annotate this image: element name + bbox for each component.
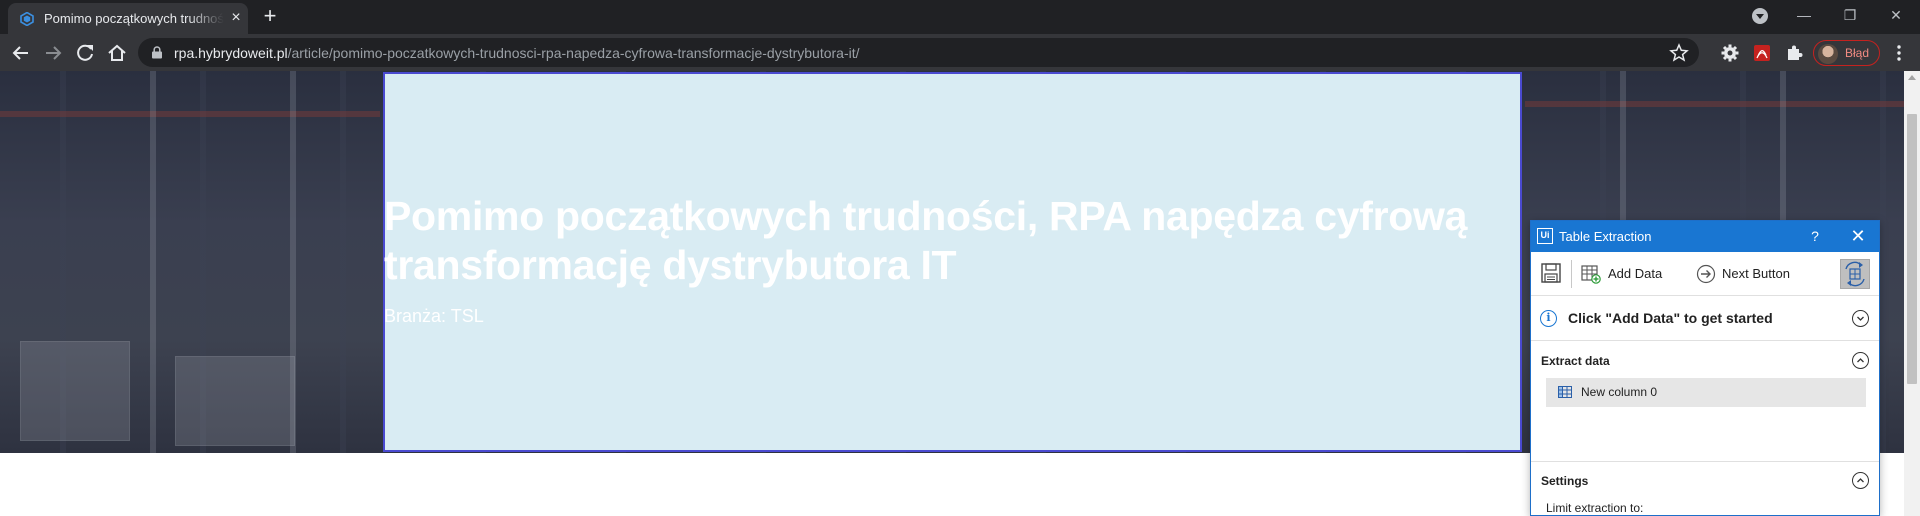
table-extraction-window: Ui Table Extraction ? ✕ Add Data Next Bu… (1530, 220, 1880, 516)
scroll-up-arrow-icon[interactable] (1908, 75, 1916, 80)
next-arrow-icon (1696, 264, 1716, 284)
background-box (20, 341, 130, 441)
browser-toolbar: rpa.hybrydoweit.pl/article/pomimo-poczat… (0, 34, 1920, 71)
background-beam (150, 71, 156, 453)
column-list-item[interactable]: New column 0 (1546, 378, 1866, 407)
background-rack (1525, 101, 1904, 107)
extract-data-label: Extract data (1541, 354, 1610, 368)
avatar (1818, 44, 1838, 64)
help-button[interactable]: ? (1806, 227, 1824, 245)
uipath-logo-icon: Ui (1537, 228, 1553, 244)
add-column-icon (1581, 265, 1601, 284)
site-favicon-icon (20, 12, 34, 26)
refresh-preview-button[interactable] (1840, 259, 1870, 289)
next-button-selector[interactable]: Next Button (1696, 261, 1796, 287)
reload-icon[interactable] (74, 42, 96, 64)
wizard-titlebar[interactable]: Ui Table Extraction ? ✕ (1531, 221, 1879, 252)
lock-icon[interactable] (151, 46, 163, 59)
toolbar-divider (1571, 260, 1572, 288)
window-close-button[interactable]: ✕ (1873, 4, 1919, 26)
settings-header: Settings (1531, 466, 1879, 496)
settings-collapse-button[interactable] (1852, 472, 1869, 489)
background-rack (0, 111, 380, 117)
tab-search-icon[interactable] (1752, 8, 1768, 24)
forward-icon[interactable] (42, 42, 64, 64)
new-tab-button[interactable]: + (259, 5, 281, 28)
settings-label: Settings (1541, 474, 1589, 488)
add-data-button[interactable]: Add Data (1581, 261, 1671, 287)
scrollbar-thumb[interactable] (1907, 114, 1917, 384)
info-expand-button[interactable] (1852, 310, 1869, 327)
star-icon[interactable] (1669, 43, 1689, 63)
minimize-button[interactable]: — (1781, 4, 1827, 26)
info-section: i Click "Add Data" to get started (1531, 297, 1879, 341)
browser-tab-strip: Pomimo początkowych trudności, RPA napęd… (0, 0, 1920, 34)
tab-title: Pomimo początkowych trudności, RPA napęd… (44, 11, 224, 26)
home-icon[interactable] (106, 42, 128, 64)
restore-button[interactable]: ❐ (1827, 4, 1873, 26)
refresh-icon (1845, 261, 1865, 287)
pdf-extension-icon[interactable] (1752, 43, 1772, 63)
profile-status-label: Błąd (1845, 46, 1870, 60)
chevron-up-icon (1857, 478, 1864, 483)
background-box (175, 356, 295, 446)
column-icon (1558, 386, 1572, 398)
back-icon[interactable] (10, 42, 32, 64)
menu-icon[interactable] (1891, 44, 1907, 62)
extract-data-header: Extract data (1531, 342, 1879, 378)
limit-extraction-label: Limit extraction to: (1546, 501, 1644, 515)
column-name: New column 0 (1581, 385, 1658, 399)
wizard-toolbar: Add Data Next Button (1531, 252, 1879, 296)
wizard-title: Table Extraction (1559, 229, 1652, 244)
add-data-label: Add Data (1608, 266, 1663, 281)
browser-tab[interactable]: Pomimo początkowych trudności, RPA napęd… (8, 3, 248, 34)
puzzle-extensions-icon[interactable] (1784, 43, 1804, 63)
wizard-close-button[interactable]: ✕ (1849, 227, 1867, 245)
tab-close-icon[interactable]: × (228, 10, 244, 26)
next-button-label: Next Button (1722, 266, 1790, 281)
address-bar[interactable]: rpa.hybrydoweit.pl/article/pomimo-poczat… (138, 38, 1699, 67)
info-icon: i (1540, 310, 1557, 327)
chevron-down-icon (1857, 316, 1864, 321)
profile-error-button[interactable]: Błąd (1813, 40, 1880, 66)
url-text: rpa.hybrydoweit.pl/article/pomimo-poczat… (174, 45, 860, 61)
gear-extension-icon[interactable] (1720, 43, 1740, 63)
article-category[interactable]: Branża: TSL (384, 306, 484, 327)
extract-collapse-button[interactable] (1852, 352, 1869, 369)
section-divider (1531, 461, 1879, 462)
article-headline: Pomimo początkowych trudności, RPA napęd… (384, 193, 1468, 288)
info-message: Click "Add Data" to get started (1568, 310, 1773, 326)
chevron-up-icon (1857, 358, 1864, 363)
save-icon[interactable] (1540, 262, 1562, 284)
page-scrollbar[interactable] (1904, 71, 1920, 516)
